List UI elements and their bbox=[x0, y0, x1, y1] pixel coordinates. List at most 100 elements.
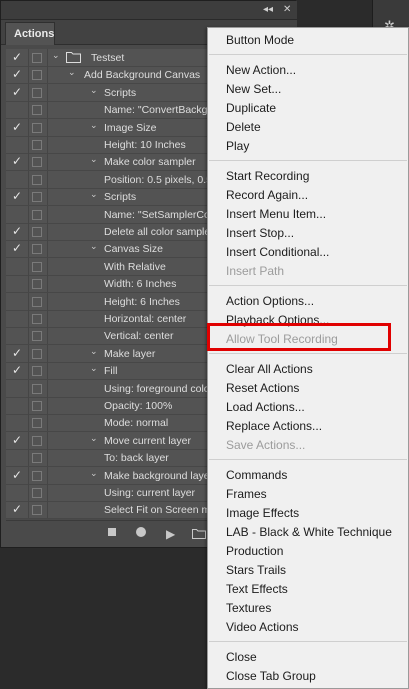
chevron-down-icon[interactable]: ⌄ bbox=[90, 85, 98, 96]
chevron-down-icon[interactable]: ⌄ bbox=[90, 468, 98, 479]
menu-item-delete[interactable]: Delete bbox=[226, 118, 261, 137]
dialog-toggle-checkbox[interactable] bbox=[32, 53, 42, 63]
item-toggle-checkbox[interactable] bbox=[6, 136, 28, 153]
menu-item-clear-all-actions[interactable]: Clear All Actions bbox=[226, 360, 313, 379]
dialog-toggle-checkbox[interactable] bbox=[32, 296, 42, 307]
dialog-toggle-checkbox[interactable] bbox=[32, 366, 42, 377]
item-toggle-checkbox[interactable] bbox=[6, 484, 28, 501]
item-toggle-checkbox[interactable] bbox=[6, 449, 28, 466]
menu-item-new-set[interactable]: New Set... bbox=[226, 80, 281, 99]
dialog-toggle-checkbox[interactable] bbox=[32, 505, 42, 516]
stop-icon[interactable] bbox=[108, 528, 116, 536]
item-toggle-checkbox[interactable]: ✓ bbox=[6, 432, 28, 449]
dialog-toggle-checkbox[interactable] bbox=[32, 401, 42, 411]
record-icon[interactable] bbox=[136, 527, 146, 537]
item-toggle-checkbox[interactable]: ✓ bbox=[6, 345, 28, 362]
item-toggle-checkbox[interactable]: ✓ bbox=[6, 153, 28, 170]
menu-item-production[interactable]: Production bbox=[226, 542, 283, 561]
chevron-down-icon[interactable]: ⌄ bbox=[90, 346, 98, 357]
dialog-toggle-checkbox[interactable] bbox=[32, 227, 42, 237]
menu-item-commands[interactable]: Commands bbox=[226, 466, 287, 485]
item-toggle-checkbox[interactable] bbox=[6, 414, 28, 431]
dialog-toggle-checkbox[interactable] bbox=[32, 331, 42, 342]
dialog-toggle-checkbox[interactable] bbox=[32, 209, 42, 220]
dialog-toggle-checkbox[interactable] bbox=[32, 488, 42, 498]
chevron-down-icon[interactable]: ⌄ bbox=[90, 120, 98, 131]
menu-item-close-tab-group[interactable]: Close Tab Group bbox=[226, 667, 316, 686]
chevron-down-icon[interactable]: ⌄ bbox=[90, 241, 98, 252]
tab-actions[interactable]: Actions bbox=[5, 22, 55, 45]
chevron-down-icon[interactable]: ⌄ bbox=[90, 154, 98, 165]
menu-item-lab-black-white-technique[interactable]: LAB - Black & White Technique bbox=[226, 523, 392, 542]
item-toggle-checkbox[interactable]: ✓ bbox=[6, 119, 28, 136]
menu-separator bbox=[209, 285, 407, 286]
menu-item-video-actions[interactable]: Video Actions bbox=[226, 618, 299, 637]
dialog-toggle-checkbox[interactable] bbox=[32, 105, 42, 116]
dialog-toggle-checkbox[interactable] bbox=[32, 261, 42, 272]
menu-item-play[interactable]: Play bbox=[226, 137, 249, 156]
menu-item-duplicate[interactable]: Duplicate bbox=[226, 99, 276, 118]
item-toggle-checkbox[interactable] bbox=[6, 275, 28, 292]
item-toggle-checkbox[interactable] bbox=[6, 101, 28, 118]
item-toggle-checkbox[interactable] bbox=[6, 380, 28, 397]
menu-item-text-effects[interactable]: Text Effects bbox=[226, 580, 288, 599]
chevron-down-icon[interactable]: ⌄ bbox=[90, 433, 98, 444]
dialog-toggle-checkbox[interactable] bbox=[32, 157, 42, 168]
dialog-toggle-checkbox[interactable] bbox=[32, 435, 42, 446]
dialog-toggle-checkbox[interactable] bbox=[32, 70, 42, 81]
menu-item-close[interactable]: Close bbox=[226, 648, 257, 667]
menu-item-start-recording[interactable]: Start Recording bbox=[226, 167, 309, 186]
chevron-down-icon[interactable]: ⌄ bbox=[52, 50, 60, 61]
menu-item-record-again[interactable]: Record Again... bbox=[226, 186, 308, 205]
item-toggle-checkbox[interactable]: ✓ bbox=[6, 84, 28, 101]
item-toggle-checkbox[interactable]: ✓ bbox=[6, 49, 28, 66]
menu-item-insert-stop[interactable]: Insert Stop... bbox=[226, 224, 294, 243]
menu-item-load-actions[interactable]: Load Actions... bbox=[226, 398, 305, 417]
menu-item-frames[interactable]: Frames bbox=[226, 485, 267, 504]
item-toggle-checkbox[interactable]: ✓ bbox=[6, 223, 28, 240]
folder-icon[interactable] bbox=[192, 528, 206, 542]
close-icon[interactable]: ✕ bbox=[283, 4, 291, 15]
dialog-toggle-checkbox[interactable] bbox=[32, 192, 42, 203]
menu-item-insert-menu-item[interactable]: Insert Menu Item... bbox=[226, 205, 326, 224]
chevron-down-icon[interactable]: ⌄ bbox=[90, 363, 98, 374]
item-toggle-checkbox[interactable] bbox=[6, 327, 28, 344]
menu-item-insert-conditional[interactable]: Insert Conditional... bbox=[226, 243, 329, 262]
dialog-toggle-checkbox[interactable] bbox=[32, 470, 42, 481]
menu-item-replace-actions[interactable]: Replace Actions... bbox=[226, 417, 322, 436]
menu-item-image-effects[interactable]: Image Effects bbox=[226, 504, 299, 523]
item-toggle-checkbox[interactable]: ✓ bbox=[6, 467, 28, 484]
menu-item-action-options[interactable]: Action Options... bbox=[226, 292, 314, 311]
item-toggle-checkbox[interactable]: ✓ bbox=[6, 66, 28, 83]
dialog-toggle-checkbox[interactable] bbox=[32, 87, 42, 98]
dialog-toggle-checkbox[interactable] bbox=[32, 418, 42, 429]
item-toggle-checkbox[interactable] bbox=[6, 293, 28, 310]
chevron-down-icon[interactable]: ⌄ bbox=[68, 67, 76, 78]
dialog-toggle-checkbox[interactable] bbox=[32, 140, 42, 150]
item-toggle-checkbox[interactable]: ✓ bbox=[6, 362, 28, 379]
item-toggle-checkbox[interactable]: ✓ bbox=[6, 240, 28, 257]
double-chevron-left-icon[interactable]: ◂◂ bbox=[263, 4, 273, 15]
dialog-toggle-checkbox[interactable] bbox=[32, 348, 42, 359]
item-toggle-checkbox[interactable] bbox=[6, 258, 28, 275]
menu-item-textures[interactable]: Textures bbox=[226, 599, 271, 618]
menu-item-new-action[interactable]: New Action... bbox=[226, 61, 296, 80]
dialog-toggle-checkbox[interactable] bbox=[32, 122, 42, 133]
dialog-toggle-checkbox[interactable] bbox=[32, 453, 42, 464]
menu-item-reset-actions[interactable]: Reset Actions bbox=[226, 379, 299, 398]
item-toggle-checkbox[interactable] bbox=[6, 206, 28, 223]
play-icon[interactable]: ▶ bbox=[166, 527, 175, 541]
dialog-toggle-checkbox[interactable] bbox=[32, 174, 42, 185]
item-toggle-checkbox[interactable]: ✓ bbox=[6, 188, 28, 205]
dialog-toggle-checkbox[interactable] bbox=[32, 314, 42, 324]
dialog-toggle-checkbox[interactable] bbox=[32, 279, 42, 290]
menu-item-button-mode[interactable]: Button Mode bbox=[226, 31, 294, 50]
dialog-toggle-checkbox[interactable] bbox=[32, 383, 42, 394]
chevron-down-icon[interactable]: ⌄ bbox=[90, 189, 98, 200]
dialog-toggle-checkbox[interactable] bbox=[32, 244, 42, 255]
item-toggle-checkbox[interactable] bbox=[6, 171, 28, 188]
item-toggle-checkbox[interactable] bbox=[6, 397, 28, 414]
menu-item-stars-trails[interactable]: Stars Trails bbox=[226, 561, 286, 580]
item-toggle-checkbox[interactable]: ✓ bbox=[6, 501, 28, 518]
item-toggle-checkbox[interactable] bbox=[6, 310, 28, 327]
